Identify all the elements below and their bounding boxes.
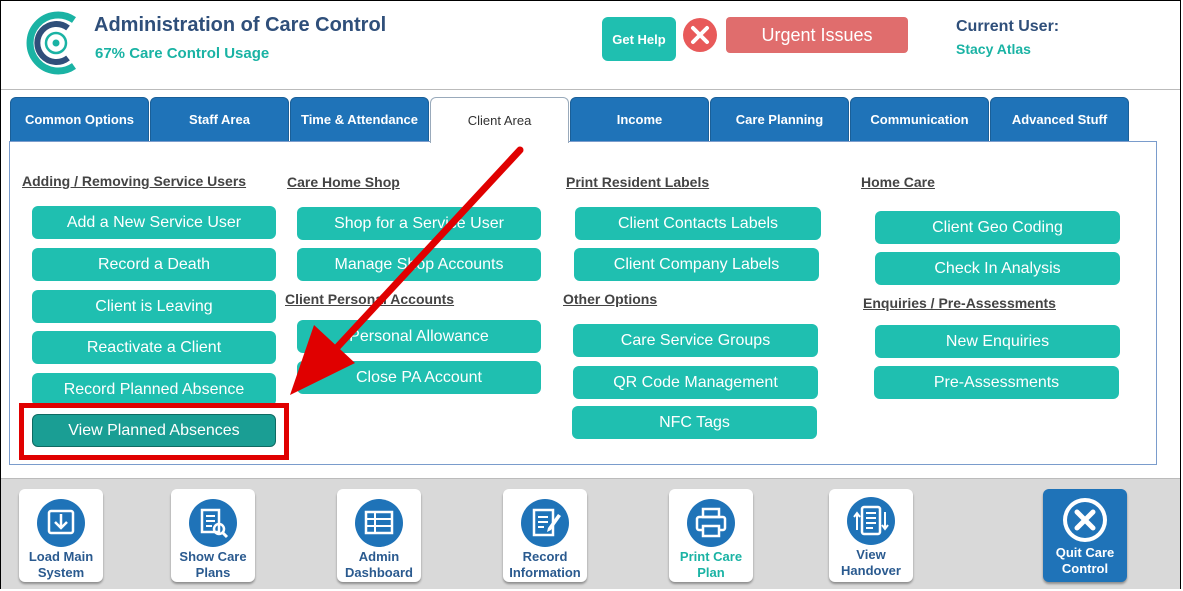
tile-label-line1: Print Care [679, 549, 743, 564]
tab-income[interactable]: Income [570, 97, 709, 142]
load-main-system-button[interactable]: Load Main System [19, 489, 103, 582]
tile-label-line2: Handover [841, 563, 901, 578]
tile-label-line1: Show Care [179, 549, 247, 564]
app-title: Administration of Care Control [94, 14, 387, 36]
close-icon[interactable] [682, 17, 718, 53]
highlight-box [19, 403, 289, 460]
tile-label-line2: Plan [697, 565, 725, 580]
record-planned-absence-button[interactable]: Record Planned Absence [32, 373, 276, 406]
record-information-icon [521, 499, 569, 547]
usage-indicator: 67% Care Control Usage [95, 45, 270, 62]
section-title-client-personal-accounts: Client Personal Accounts [285, 291, 455, 307]
handover-icon [847, 497, 895, 545]
tab-client-area[interactable]: Client Area [430, 97, 569, 143]
tab-communication[interactable]: Communication [850, 97, 989, 142]
new-enquiries-button[interactable]: New Enquiries [875, 325, 1120, 358]
check-in-analysis-button[interactable]: Check In Analysis [875, 252, 1120, 285]
client-contacts-labels-button[interactable]: Client Contacts Labels [575, 207, 821, 240]
add-new-service-user-button[interactable]: Add a New Service User [32, 206, 276, 239]
tile-label-line2: System [37, 565, 85, 580]
tile-label-line1: Load Main [28, 549, 94, 564]
reactivate-client-button[interactable]: Reactivate a Client [32, 331, 276, 364]
tile-label-line2: Control [1061, 561, 1109, 576]
tile-label-line1: Record [522, 549, 568, 564]
section-title-adding-removing: Adding / Removing Service Users [22, 173, 247, 189]
shop-for-service-user-button[interactable]: Shop for a Service User [297, 207, 541, 240]
dashboard-icon [355, 499, 403, 547]
current-user-label: Current User: [956, 18, 1060, 35]
care-control-logo [26, 11, 76, 75]
tile-label-line2: Dashboard [345, 565, 413, 580]
header-divider [1, 89, 1180, 90]
view-handover-button[interactable]: View Handover [829, 489, 913, 582]
print-care-plan-button[interactable]: Print Care Plan [669, 489, 753, 582]
tab-common-options[interactable]: Common Options [10, 97, 149, 142]
client-geo-coding-button[interactable]: Client Geo Coding [875, 211, 1120, 244]
show-care-plans-icon [189, 499, 237, 547]
pre-assessments-button[interactable]: Pre-Assessments [874, 366, 1119, 399]
client-company-labels-button[interactable]: Client Company Labels [574, 248, 819, 281]
qr-code-management-button[interactable]: QR Code Management [573, 366, 818, 399]
tile-label-line2: Information [509, 565, 581, 580]
section-title-print-resident-labels: Print Resident Labels [566, 174, 710, 190]
section-title-care-home-shop: Care Home Shop [287, 174, 400, 190]
section-title-other-options: Other Options [563, 291, 658, 307]
quit-icon [1063, 498, 1107, 542]
nfc-tags-button[interactable]: NFC Tags [572, 406, 817, 439]
manage-shop-accounts-button[interactable]: Manage Shop Accounts [297, 248, 541, 281]
personal-allowance-button[interactable]: Personal Allowance [297, 320, 541, 353]
current-user-name: Stacy Atlas [956, 41, 1031, 57]
care-service-groups-button[interactable]: Care Service Groups [573, 324, 818, 357]
tile-label-line1: View [856, 547, 886, 562]
section-title-home-care: Home Care [861, 174, 935, 190]
show-care-plans-button[interactable]: Show Care Plans [171, 489, 255, 582]
tab-care-planning[interactable]: Care Planning [710, 97, 849, 142]
tile-label-line1: Quit Care [1055, 545, 1115, 560]
tile-label-line1: Admin [358, 549, 400, 564]
admin-dashboard-button[interactable]: Admin Dashboard [337, 489, 421, 582]
tab-advanced-stuff[interactable]: Advanced Stuff [990, 97, 1129, 142]
tile-label-line2: Plans [195, 565, 231, 580]
urgent-issues-button[interactable]: Urgent Issues [726, 17, 908, 53]
tab-time-attendance[interactable]: Time & Attendance [290, 97, 429, 142]
tab-staff-area[interactable]: Staff Area [150, 97, 289, 142]
quit-care-control-button[interactable]: Quit Care Control [1043, 489, 1127, 582]
record-death-button[interactable]: Record a Death [32, 248, 276, 281]
section-title-enquiries: Enquiries / Pre-Assessments [863, 295, 1056, 311]
client-leaving-button[interactable]: Client is Leaving [32, 290, 276, 323]
record-information-button[interactable]: Record Information [503, 489, 587, 582]
get-help-button[interactable]: Get Help [602, 17, 676, 61]
printer-icon [687, 499, 735, 547]
load-system-icon [37, 499, 85, 547]
close-pa-account-button[interactable]: Close PA Account [297, 361, 541, 394]
